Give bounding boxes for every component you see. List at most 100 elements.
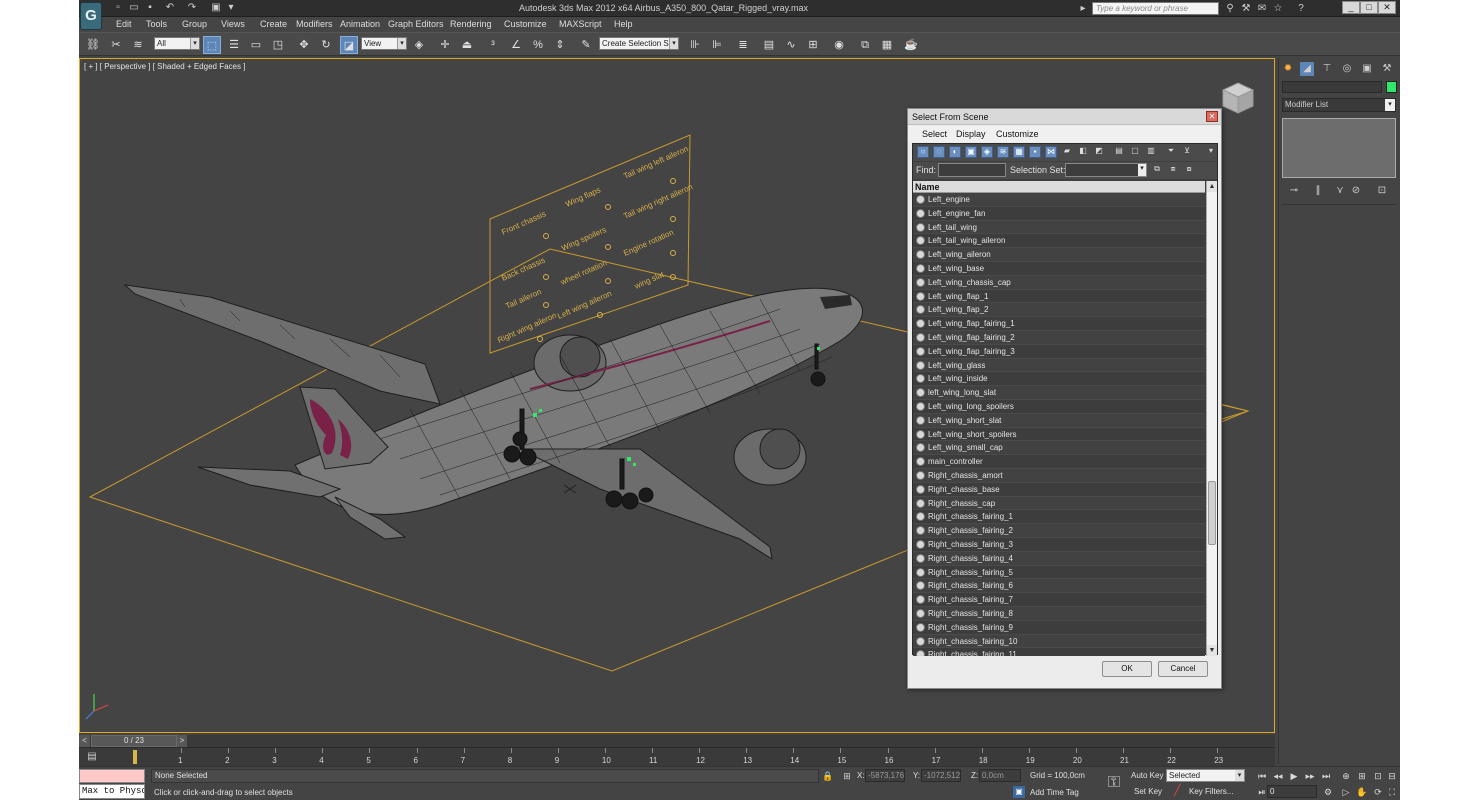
list-item[interactable]: Right_chassis_fairing_9 (913, 621, 1205, 635)
object-list[interactable]: Left_engine Left_engine_fan Left_tail_wing… (913, 193, 1205, 656)
track-bar[interactable]: ▤ 1 2 3 4 5 6 7 8 9 10 11 12 13 14 15 16 17 18 19 20 21 22 23 (79, 747, 1275, 766)
menu-views[interactable]: Views (221, 19, 245, 29)
current-frame-field[interactable]: 0 (1267, 785, 1317, 798)
time-slider-next-icon[interactable]: > (177, 735, 187, 747)
zoom-icon[interactable]: ⊕ (1339, 769, 1353, 783)
auto-key-selection-dropdown[interactable]: Selected ▾ (1166, 769, 1245, 782)
y-coordinate-field[interactable]: -1072,512c (921, 769, 961, 782)
object-name-field[interactable] (1282, 81, 1382, 93)
list-item[interactable]: Left_wing_aileron (913, 248, 1205, 262)
display-containers-icon[interactable]: ▰ (1061, 146, 1073, 158)
selection-set-dropdown[interactable]: ▾ (1065, 163, 1147, 177)
render-setup-icon[interactable]: ⧉ (856, 36, 874, 54)
unlink-icon[interactable]: ✂ (107, 36, 125, 54)
list-item[interactable]: Right_chassis_fairing_1 (913, 510, 1205, 525)
motion-tab-icon[interactable]: ◎ (1340, 62, 1354, 76)
display-space-warps-icon[interactable]: ≋ (997, 146, 1009, 158)
default-in-out-tangent-icon[interactable]: ╱ (1171, 785, 1183, 798)
ok-button[interactable]: OK (1102, 661, 1152, 677)
scroll-down-icon[interactable]: ▼ (1207, 645, 1217, 656)
pan-view-icon[interactable]: ✋ (1355, 785, 1369, 799)
binoculars-icon[interactable]: ⚲ (1223, 2, 1237, 15)
remove-modifier-icon[interactable]: ⊘ (1349, 184, 1363, 198)
list-item[interactable]: main_controller (913, 455, 1205, 469)
find-input[interactable] (938, 163, 1006, 177)
new-file-icon[interactable]: ▫ (112, 2, 124, 14)
filter-icon[interactable]: ⏷ (1165, 146, 1177, 158)
zoom-extents-icon[interactable]: ⊡ (1371, 769, 1385, 783)
maximize-button[interactable]: □ (1360, 1, 1378, 14)
add-time-tag-icon[interactable]: ▣ (1013, 786, 1025, 798)
list-item[interactable]: Right_chassis_fairing_2 (913, 524, 1205, 538)
display-shapes-icon[interactable]: ◌ (933, 146, 945, 158)
maxscript-mini-listener-output[interactable] (79, 769, 145, 783)
cancel-button[interactable]: Cancel (1158, 661, 1208, 677)
select-object-icon[interactable]: ⬚ (203, 36, 221, 54)
list-item[interactable]: Right_chassis_fairing_8 (913, 607, 1205, 621)
snaps-toggle-icon[interactable]: ³ (484, 36, 502, 54)
select-by-name-icon[interactable]: ☰ (225, 36, 243, 54)
menu-maxscript[interactable]: MAXScript (559, 19, 602, 29)
maximize-viewport-icon[interactable]: ⛶ (1385, 785, 1399, 799)
communication-center-icon[interactable]: ✉ (1255, 2, 1269, 15)
save-file-icon[interactable]: ▪ (144, 2, 156, 14)
list-item[interactable]: Right_chassis_fairing_7 (913, 593, 1205, 607)
auto-key-button[interactable]: Auto Key (1131, 771, 1163, 780)
layer-manager-icon[interactable]: ≣ (734, 36, 752, 54)
time-slider-thumb[interactable]: 0 / 23 (91, 735, 177, 747)
list-item[interactable]: Left_wing_short_spoilers (913, 428, 1205, 442)
x-coordinate-field[interactable]: -5873,176c (865, 769, 905, 782)
configure-modifier-sets-icon[interactable]: ⊡ (1375, 184, 1389, 198)
object-color-swatch[interactable] (1386, 81, 1397, 93)
select-and-move-icon[interactable]: ✥ (295, 36, 313, 54)
set-key-button[interactable]: Set Key (1134, 787, 1162, 796)
percent-snap-icon[interactable]: % (529, 36, 547, 54)
menu-group[interactable]: Group (182, 19, 207, 29)
redo-icon[interactable]: ↷ (186, 2, 198, 14)
menu-rendering[interactable]: Rendering (450, 19, 492, 29)
dialog-menu-display[interactable]: Display (956, 129, 986, 139)
zoom-extents-all-icon[interactable]: ⊟ (1385, 769, 1399, 783)
mirror-icon[interactable]: ⊪ (686, 36, 704, 54)
display-lights-icon[interactable]: ◐ (949, 146, 961, 158)
selection-filter-dropdown[interactable]: All ▾ (154, 37, 200, 50)
open-file-icon[interactable]: ▭ (128, 2, 140, 14)
filter-options-icon[interactable]: ⊻ (1181, 146, 1193, 158)
display-geometry-icon[interactable]: ○ (917, 146, 929, 158)
display-tab-icon[interactable]: ▣ (1360, 62, 1374, 76)
select-and-rotate-icon[interactable]: ↻ (317, 36, 335, 54)
track-key-marker[interactable] (133, 750, 137, 764)
display-frozen-icon[interactable]: ◧ (1077, 146, 1089, 158)
list-item[interactable]: Left_tail_wing_aileron (913, 234, 1205, 249)
list-item[interactable]: Right_chassis_fairing_3 (913, 538, 1205, 552)
minimize-button[interactable]: _ (1342, 1, 1360, 14)
scroll-thumb[interactable] (1208, 481, 1216, 545)
make-unique-icon[interactable]: ⋎ (1333, 184, 1347, 198)
schematic-view-icon[interactable]: ⊞ (804, 36, 822, 54)
display-helpers-icon[interactable]: ◈ (981, 146, 993, 158)
dialog-menu-customize[interactable]: Customize (996, 129, 1039, 139)
pin-stack-icon[interactable]: ⊸ (1287, 184, 1301, 198)
list-item[interactable]: Left_wing_long_spoilers (913, 400, 1205, 414)
orbit-icon[interactable]: ⟳ (1371, 785, 1385, 799)
list-item[interactable]: Right_chassis_cap (913, 496, 1205, 511)
modifier-stack[interactable] (1282, 118, 1396, 178)
selection-set-add-icon[interactable]: ⧈ (1167, 164, 1179, 176)
display-bones-icon[interactable]: ⋈ (1045, 146, 1057, 158)
list-item[interactable]: Right_chassis_fairing_10 (913, 634, 1205, 649)
previous-frame-icon[interactable]: ◂◂ (1271, 769, 1285, 783)
toolbar-overflow-icon[interactable]: ▾ (1205, 146, 1217, 158)
quick-access-dropdown-icon[interactable]: ▾ (225, 2, 237, 14)
angle-snap-icon[interactable]: ∠ (507, 36, 525, 54)
graphite-ribbon-icon[interactable]: ▤ (760, 36, 778, 54)
field-of-view-icon[interactable]: ▷ (1339, 785, 1353, 799)
list-item[interactable]: left_wing_long_slat (913, 386, 1205, 400)
dialog-close-button[interactable]: ✕ (1206, 111, 1218, 122)
search-expand-icon[interactable]: ▸ (1076, 2, 1090, 15)
rendered-frame-window-icon[interactable]: ▦ (878, 36, 896, 54)
goto-end-icon[interactable]: ⏭ (1319, 769, 1333, 783)
list-item[interactable]: Left_wing_flap_fairing_3 (913, 345, 1205, 359)
window-crossing-icon[interactable]: ◳ (269, 36, 287, 54)
menu-edit[interactable]: Edit (116, 19, 132, 29)
material-editor-icon[interactable]: ◉ (830, 36, 848, 54)
